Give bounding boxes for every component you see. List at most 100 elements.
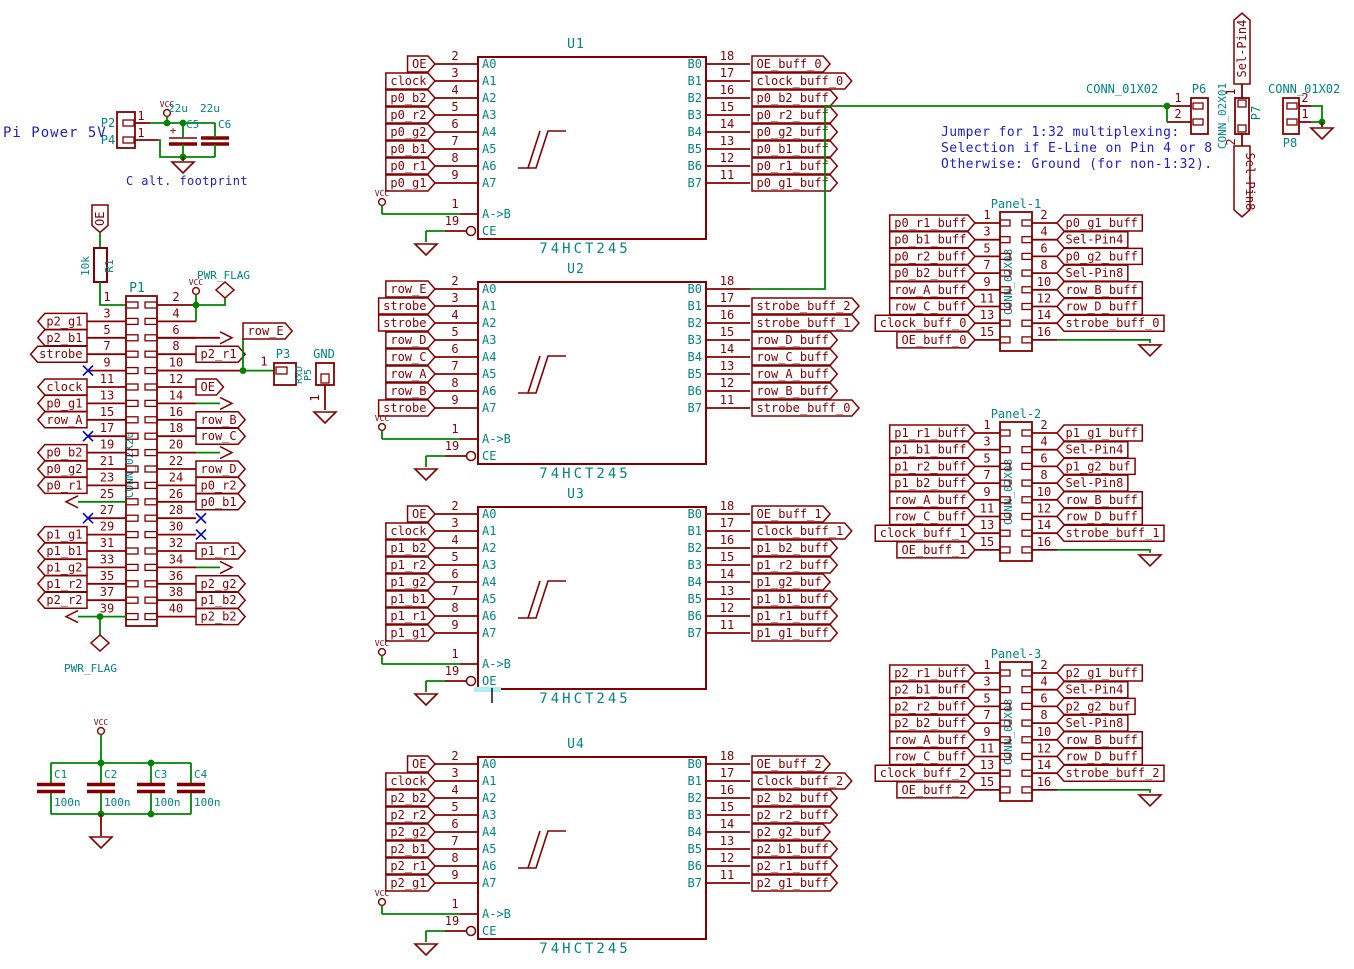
gnd-symbol[interactable] (415, 944, 437, 955)
pin-number: 4 (451, 83, 458, 97)
net-label-text: p0_g1_buff (1066, 216, 1138, 230)
net-label-text: OE_buff_0 (757, 57, 822, 71)
pin-number: 9 (451, 618, 458, 632)
vcc-symbol[interactable] (379, 649, 386, 656)
vcc-symbol[interactable] (193, 288, 200, 295)
connector-pad (1000, 670, 1010, 676)
vcc-symbol[interactable] (379, 424, 386, 431)
chip-body[interactable] (478, 57, 706, 239)
pin-number: 13 (980, 518, 994, 532)
pin-name: A5 (482, 367, 496, 381)
wire (1057, 340, 1150, 343)
gnd-symbol[interactable] (90, 837, 112, 848)
cap-plus: + (170, 124, 177, 137)
net-label-text: row_A_buff (757, 367, 829, 381)
pin-number: 7 (451, 134, 458, 148)
net-label-text: p2_b1 (46, 331, 82, 345)
connector-pad (1287, 103, 1297, 109)
net-label-text: p1_b1 (46, 544, 82, 558)
pin-number: 4 (1040, 225, 1047, 239)
pwr-flag-symbol[interactable] (91, 635, 109, 651)
net-label-text: p2_r2_buff (894, 699, 966, 713)
gnd-symbol[interactable] (1139, 795, 1161, 806)
gnd-symbol[interactable] (314, 412, 336, 423)
jumper-note-line3[interactable]: Otherwise: Ground (for non-1:32). (941, 158, 1212, 171)
pin-name: B0 (688, 507, 702, 521)
pin-number: 7 (451, 359, 458, 373)
pin-name: OE (482, 674, 496, 688)
pin-number: 16 (720, 83, 734, 97)
net-label-text: p0_r1 (46, 478, 82, 492)
pin-number: 8 (451, 851, 458, 865)
pin-number: 1 (103, 290, 110, 304)
net-label-text: row_C (390, 350, 426, 364)
net-label-text: strobe_buff_0 (1066, 316, 1160, 330)
pin-number: 13 (720, 584, 734, 598)
net-label-text: p2_b2 (390, 791, 426, 805)
jumper-note-line1[interactable]: Jumper for 1:32 multiplexing: (941, 126, 1180, 139)
connector-p7-body[interactable] (1235, 98, 1249, 134)
net-label-text: p2_r2_buff (757, 808, 829, 822)
pin-number: 1 (137, 126, 144, 140)
pin-name: A->B (482, 432, 511, 446)
gnd-symbol[interactable] (1311, 128, 1333, 139)
open-arrow-right (220, 332, 232, 344)
net-label-text: p2_g2 (390, 825, 426, 839)
pin-number: 7 (103, 339, 110, 353)
pin-number: 1 (451, 897, 458, 911)
pi-power-label[interactable]: Pi Power 5V (3, 126, 107, 140)
ref-c1: C1 (54, 768, 67, 781)
pin-number: 6 (451, 817, 458, 831)
no-connect-x (196, 530, 206, 540)
gnd-symbol[interactable] (415, 469, 437, 480)
pin-number: 37 (100, 585, 114, 599)
gnd-symbol[interactable] (1139, 555, 1161, 566)
ref-p3: P3 (276, 347, 290, 361)
pin-number: 16 (720, 308, 734, 322)
net-label-text: p1_b2 (201, 593, 237, 607)
vcc-symbol[interactable] (379, 199, 386, 206)
net-label-text: Sel-Pin4 (1066, 443, 1124, 457)
pin-name: B1 (688, 774, 702, 788)
pin-number: 31 (100, 536, 114, 550)
vcc-symbol[interactable] (379, 899, 386, 906)
pin-name: B5 (688, 367, 702, 381)
gnd-symbol[interactable] (1139, 345, 1161, 356)
vcc-symbol[interactable] (98, 728, 105, 735)
pin-number: 14 (720, 117, 734, 131)
net-label-text: p2_b2 (201, 610, 237, 624)
gnd-symbol[interactable] (172, 162, 194, 173)
net-label-text: p2_b1 (390, 842, 426, 856)
pin-name: A5 (482, 842, 496, 856)
pin-number: 10 (1037, 725, 1051, 739)
pin-name: A1 (482, 524, 496, 538)
chip-body[interactable] (478, 757, 706, 939)
pin-number: 1 (137, 109, 144, 123)
connector-pad (126, 351, 138, 357)
chip-body[interactable] (478, 507, 706, 689)
invert-bubble (467, 677, 476, 686)
pin-number: 15 (100, 405, 114, 419)
chip-body[interactable] (478, 282, 706, 464)
connector-pad (145, 548, 157, 554)
gnd-symbol[interactable] (415, 244, 437, 255)
connector-pad (1193, 119, 1203, 125)
net-label-text: p0_b2 (390, 91, 426, 105)
net-label-text: p2_r1_buff (894, 666, 966, 680)
pin-number: 8 (451, 151, 458, 165)
pin-number: 5 (103, 323, 110, 337)
gnd-symbol[interactable] (415, 694, 437, 705)
pwr-flag-symbol[interactable] (216, 282, 234, 298)
connector-pad (126, 400, 138, 406)
pin-number: 5 (451, 325, 458, 339)
net-label-text: p0_b1_buff (757, 142, 829, 156)
jumper-note-line2[interactable]: Selection if E-Line on Pin 4 or 8 (941, 142, 1212, 155)
net-label-text: p0_g1_buff (757, 176, 829, 190)
pin-name: A6 (482, 609, 496, 623)
c-alt-footprint-note[interactable]: C alt. footprint (126, 175, 248, 187)
ref-u2: U2 (567, 262, 585, 277)
pin-number: 16 (1037, 775, 1051, 789)
connector-pad (126, 318, 138, 324)
pin-name: B7 (688, 626, 702, 640)
chip-u3[interactable] (467, 507, 707, 703)
